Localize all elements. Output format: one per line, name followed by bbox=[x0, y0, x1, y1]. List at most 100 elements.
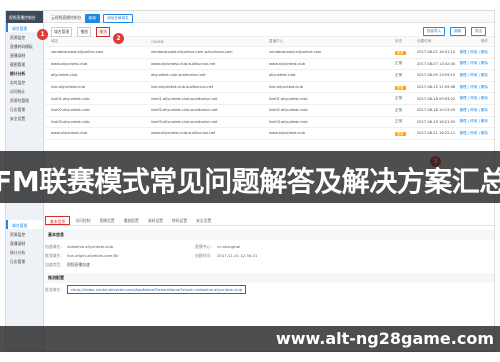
cell-created: 2017-08-15 11:09:48 bbox=[417, 85, 456, 90]
status-badge: 配置 bbox=[395, 85, 406, 90]
top-bar-title: 云视频直播控制台 bbox=[51, 15, 82, 20]
status-badge: 配置 bbox=[395, 131, 406, 136]
sidebar-item-logs[interactable]: 日志管理 bbox=[6, 104, 43, 113]
sidebar-item-security[interactable]: 安全设置 bbox=[6, 113, 43, 122]
section-push-title: 推流配置 bbox=[45, 273, 494, 283]
sidebar-lower-item-stats[interactable]: 统计分析 bbox=[6, 247, 43, 256]
refresh-button[interactable]: 刷新 bbox=[450, 27, 466, 36]
cell-center: live02.aliyuntest.club bbox=[269, 108, 308, 113]
region-label: 直播中心： bbox=[195, 243, 214, 249]
cell-created: 2017-08-18 10:15:03 bbox=[417, 108, 456, 113]
sidebar-item-package[interactable]: 资源包管理 bbox=[6, 95, 43, 104]
cell-status: 配置 bbox=[395, 85, 417, 90]
cell-domain: live.aliyuntest.club bbox=[51, 85, 85, 90]
sidebar-item-transcode[interactable]: 直播转码模板 bbox=[6, 41, 43, 50]
cell-actions[interactable]: 管理 | 停用 | 删除 bbox=[447, 96, 488, 101]
type-value: 视频直播加速 bbox=[66, 261, 90, 267]
cell-status: 正常 bbox=[395, 96, 417, 101]
status-badge: 正常 bbox=[395, 107, 403, 112]
cell-domain: aliyuntest.club bbox=[51, 73, 78, 78]
cell-actions[interactable]: 管理 | 停用 | 删除 bbox=[447, 73, 488, 78]
tab-push[interactable]: 推流 bbox=[96, 27, 110, 37]
section-basic-title: 基本信息 bbox=[45, 230, 494, 240]
sidebar-lower-item-domain[interactable]: 域名管理 bbox=[6, 220, 43, 229]
cell-actions[interactable]: 管理 | 停用 | 删除 bbox=[447, 85, 488, 90]
cell-status: 配置 bbox=[395, 50, 417, 55]
cell-domain: vendacanoast.aliyunlive.com bbox=[51, 50, 104, 55]
tab-domain-manage[interactable]: 域名管理 bbox=[51, 27, 73, 37]
cell-created: 2017-08-07 13:42:40 bbox=[417, 61, 456, 66]
cell-center: live.aliyuntest.club bbox=[269, 85, 303, 90]
detail-tab-record[interactable]: 录制设置 bbox=[144, 216, 167, 225]
status-badge: 配置 bbox=[395, 50, 406, 55]
push-url-row: 推流域名： rtmp://video-center.alivecdn.com/A… bbox=[45, 285, 494, 294]
col-created[interactable]: 创建时间 bbox=[417, 39, 447, 44]
col-status[interactable]: 状态 bbox=[395, 39, 417, 44]
cell-created: 2017-08-01 16:41:10 bbox=[417, 50, 456, 55]
cell-actions[interactable]: 管理 | 停用 | 删除 bbox=[447, 108, 488, 113]
cell-actions[interactable]: 管理 | 停用 | 删除 bbox=[447, 119, 488, 124]
sidebar-lower-item-record[interactable]: 直播录制 bbox=[6, 238, 43, 247]
push-url-value[interactable]: rtmp://video-center.alivecdn.com/AppName… bbox=[66, 285, 247, 294]
sidebar-item-snapshot[interactable]: 截图管理 bbox=[6, 59, 43, 68]
detail-tab-play[interactable]: 播放配置 bbox=[120, 216, 143, 225]
region-value: cn-shanghai bbox=[216, 243, 241, 249]
cell-center: live03.aliyuntest.club bbox=[269, 119, 308, 124]
table-row[interactable]: vendacanoast.aliyunlive.com vendacanoast.… bbox=[45, 47, 494, 59]
cell-domain: live03.aliyuntest.club bbox=[51, 119, 90, 124]
top-bar: 云视频直播控制台 新增 添加全局域名 bbox=[45, 11, 494, 23]
cell-domain: live01.aliyuntest.club bbox=[51, 96, 90, 101]
sidebar-lower-item-logs[interactable]: 日志管理 bbox=[6, 256, 43, 265]
sidebar-header: 视频直播控制台 bbox=[6, 11, 43, 23]
tab-play[interactable]: 播放 bbox=[77, 27, 92, 37]
cell-created: 2017-08-16 09:03:22 bbox=[417, 96, 456, 101]
col-center[interactable]: 直播中心 bbox=[269, 39, 395, 44]
cell-cname: live03.aliyuntest.club.w.alikunlun.net bbox=[151, 119, 218, 124]
col-domain[interactable]: 域名 bbox=[51, 39, 151, 44]
export-button[interactable]: 导出 bbox=[470, 27, 486, 36]
step-badge-2: 2 bbox=[113, 33, 124, 44]
cell-center: www.aliyuntest.club bbox=[269, 131, 306, 136]
push-url-label: 推流域名： bbox=[45, 286, 64, 292]
table-row[interactable]: aliyuntest.club aliyuntest.club.w.alikunl… bbox=[45, 70, 494, 82]
sidebar-item-access[interactable]: 访问统计 bbox=[6, 86, 43, 95]
cell-status: 正常 bbox=[395, 61, 417, 66]
cell-created: 2017-08-19 16:21:55 bbox=[417, 119, 456, 124]
status-badge: 正常 bbox=[395, 61, 403, 66]
batch-import-button[interactable]: 批量导入 bbox=[422, 27, 446, 36]
table-row[interactable]: live.aliyuntest.club live.aliyuntest.club… bbox=[45, 82, 494, 94]
detail-tab-live[interactable]: 直播设置 bbox=[95, 216, 118, 225]
cell-status: 正常 bbox=[395, 108, 417, 113]
add-global-domain-button[interactable]: 添加全局域名 bbox=[103, 14, 133, 23]
add-domain-button[interactable]: 新增 bbox=[84, 14, 100, 23]
sidebar-item-realtime[interactable]: 实时监控 bbox=[6, 77, 43, 86]
created-value: 2017-11-01 12:30:21 bbox=[216, 252, 258, 258]
cname-value: live-origin.alivecdn.com:80 bbox=[66, 252, 119, 258]
cell-status: 正常 bbox=[395, 73, 417, 78]
toolbar: 域名管理 播放 推流 批量导入 刷新 导出 bbox=[45, 23, 494, 37]
table-row[interactable]: www.aliyuntest.club www.aliyuntest.club.w… bbox=[45, 128, 494, 140]
cell-actions[interactable]: 管理 | 停用 | 删除 bbox=[447, 50, 488, 55]
table-row[interactable]: live02.aliyuntest.club live02.aliyuntest.… bbox=[45, 105, 494, 117]
type-label: 加速类型： bbox=[45, 261, 64, 267]
detail-tab-access[interactable]: 访问控制 bbox=[71, 216, 94, 225]
cell-domain: www.aliyuntest.club bbox=[51, 61, 88, 66]
table-row[interactable]: live01.aliyuntest.club live01.aliyuntest.… bbox=[45, 93, 494, 105]
table-row[interactable]: live03.aliyuntest.club live03.aliyuntest.… bbox=[45, 117, 494, 129]
sidebar-item-record[interactable]: 直播录制 bbox=[6, 50, 43, 59]
table-row[interactable]: www.aliyuntest.club www.aliyuntest.club.w… bbox=[45, 59, 494, 71]
cell-cname: vendacanoast.aliyunlive.com.w.kunlunar.c… bbox=[151, 50, 233, 55]
cell-actions[interactable]: 管理 | 停用 | 删除 bbox=[447, 61, 488, 66]
domain-table: 域名 CNAME 直播中心 状态 创建时间 操作 vendacanoast.al… bbox=[45, 37, 494, 140]
detail-tabs: 基本信息 访问控制 直播设置 播放配置 录制设置 转码设置 安全设置 bbox=[45, 216, 494, 226]
detail-tab-security[interactable]: 安全设置 bbox=[192, 216, 215, 225]
detail-tab-transcode[interactable]: 转码设置 bbox=[168, 216, 191, 225]
sidebar-lower-item-resource[interactable]: 资源监控 bbox=[6, 229, 43, 238]
detail-tab-basic[interactable]: 基本信息 bbox=[45, 216, 71, 225]
sidebar-item-stats[interactable]: 统计分析 bbox=[6, 68, 43, 77]
col-cname[interactable]: CNAME bbox=[151, 40, 269, 44]
cell-actions[interactable]: 管理 | 停用 | 删除 bbox=[447, 131, 488, 136]
cell-cname: www.aliyuntest.club.w.alikunlun.net bbox=[151, 61, 216, 66]
domain-label: 加速域名： bbox=[45, 243, 64, 249]
cell-cname: www.aliyuntest.club.w.alikunlun.net bbox=[151, 131, 216, 136]
